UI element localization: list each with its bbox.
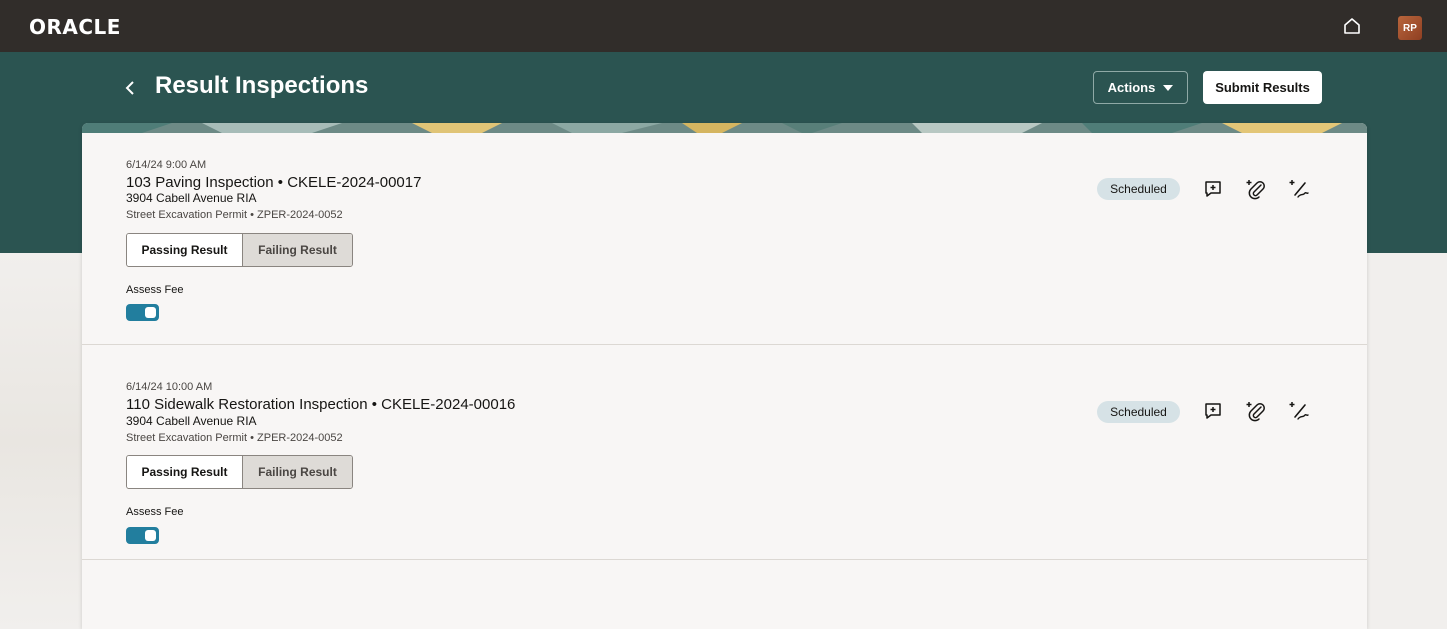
user-avatar[interactable]: RP — [1398, 16, 1422, 40]
assess-fee-label: Assess Fee — [126, 284, 184, 296]
add-attachment-icon — [1246, 180, 1265, 200]
add-signature-icon — [1289, 180, 1309, 198]
inspection-row: 6/14/24 9:00 AM 103 Paving Inspection • … — [82, 123, 1367, 345]
caret-down-icon — [1163, 84, 1174, 91]
assess-fee-toggle[interactable] — [126, 304, 159, 321]
submit-results-button[interactable]: Submit Results — [1203, 71, 1322, 104]
passing-result-button[interactable]: Passing Result — [127, 456, 242, 488]
chevron-left-icon — [125, 81, 134, 95]
add-comment-button[interactable] — [1201, 177, 1225, 201]
actions-label: Actions — [1107, 80, 1156, 95]
toggle-knob — [145, 307, 156, 318]
inspection-permit: Street Excavation Permit • ZPER-2024-005… — [126, 209, 343, 221]
add-signature-button[interactable] — [1287, 177, 1311, 201]
inspection-row: 6/14/24 10:00 AM 110 Sidewalk Restoratio… — [82, 338, 1367, 560]
add-signature-button[interactable] — [1287, 399, 1311, 423]
inspection-permit: Street Excavation Permit • ZPER-2024-005… — [126, 432, 343, 444]
inspection-date: 6/14/24 10:00 AM — [126, 381, 213, 393]
home-icon — [1344, 18, 1360, 34]
background-decoration — [0, 253, 82, 629]
back-button[interactable] — [119, 74, 141, 102]
add-comment-icon — [1205, 403, 1221, 419]
add-attachment-icon — [1246, 402, 1265, 422]
toggle-knob — [145, 530, 156, 541]
page-title: Result Inspections — [155, 72, 369, 99]
add-attachment-button[interactable] — [1244, 177, 1268, 201]
result-selector: Passing Result Failing Result — [126, 455, 353, 489]
inspection-date: 6/14/24 9:00 AM — [126, 159, 207, 171]
add-signature-icon — [1289, 402, 1309, 420]
assess-fee-toggle[interactable] — [126, 527, 159, 544]
assess-fee-label: Assess Fee — [126, 506, 184, 518]
inspections-card: 6/14/24 9:00 AM 103 Paving Inspection • … — [82, 123, 1367, 629]
top-bar: ORACLE RP — [0, 0, 1447, 52]
add-comment-icon — [1205, 181, 1221, 197]
passing-result-button[interactable]: Passing Result — [127, 234, 242, 266]
failing-result-button[interactable]: Failing Result — [242, 456, 352, 488]
status-badge: Scheduled — [1097, 401, 1180, 423]
inspection-address: 3904 Cabell Avenue RIA — [126, 191, 257, 205]
inspection-title[interactable]: 103 Paving Inspection • CKELE-2024-00017 — [126, 174, 421, 191]
oracle-logo: ORACLE — [29, 15, 121, 39]
inspection-title[interactable]: 110 Sidewalk Restoration Inspection • CK… — [126, 396, 515, 413]
result-selector: Passing Result Failing Result — [126, 233, 353, 267]
status-badge: Scheduled — [1097, 178, 1180, 200]
add-attachment-button[interactable] — [1244, 399, 1268, 423]
failing-result-button[interactable]: Failing Result — [242, 234, 352, 266]
inspection-address: 3904 Cabell Avenue RIA — [126, 414, 257, 428]
add-comment-button[interactable] — [1201, 399, 1225, 423]
home-button[interactable] — [1340, 14, 1364, 38]
actions-menu-button[interactable]: Actions — [1093, 71, 1188, 104]
